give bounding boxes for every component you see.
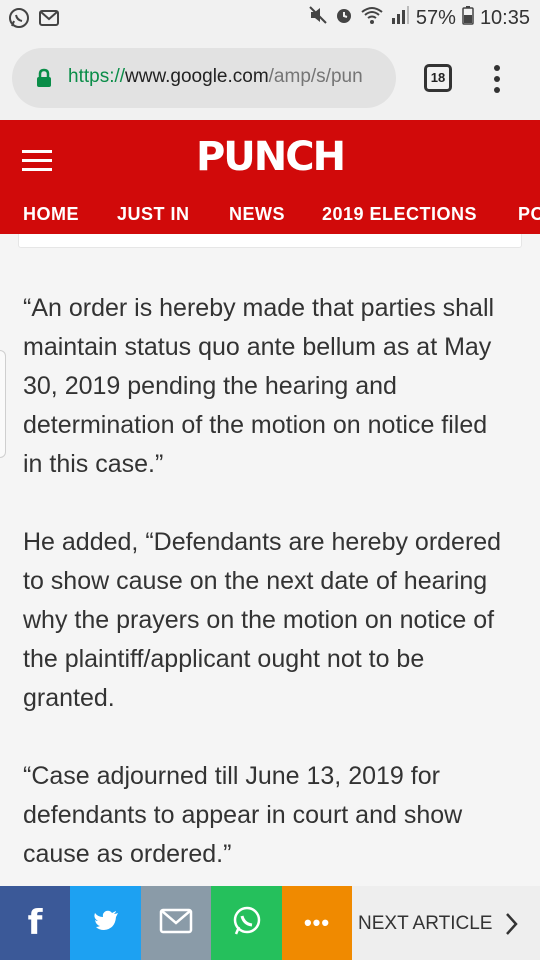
article-body: “An order is hereby made that parties sh… xyxy=(0,234,540,886)
chevron-right-icon xyxy=(504,912,518,941)
article-paragraph: “An order is hereby made that parties sh… xyxy=(23,294,495,478)
address-bar[interactable]: https://www.google.com/amp/s/pun xyxy=(12,48,396,108)
status-bar: 57% 10:35 xyxy=(0,0,540,36)
mute-icon xyxy=(308,5,328,31)
site-header: PUNCH HOME JUST IN NEWS 2019 ELECTIONS P… xyxy=(0,120,540,234)
email-share-button[interactable] xyxy=(141,886,211,960)
next-article-button[interactable]: NEXT ARTICLE xyxy=(352,886,540,960)
tab-switcher-button[interactable]: 18 xyxy=(424,64,452,92)
twitter-icon xyxy=(93,910,119,937)
whatsapp-icon xyxy=(232,906,262,941)
wifi-icon xyxy=(360,5,384,31)
nav-home[interactable]: HOME xyxy=(23,204,79,225)
mail-icon xyxy=(38,7,60,34)
site-logo[interactable]: PUNCH xyxy=(170,134,370,180)
url-path: /amp/s/pun xyxy=(268,66,363,87)
nav-news[interactable]: NEWS xyxy=(229,204,285,225)
nav-politics-partial[interactable]: PO xyxy=(518,204,540,225)
next-article-label: NEXT ARTICLE xyxy=(358,913,493,934)
article-paragraph: “Case adjourned till June 13, 2019 for d… xyxy=(23,762,463,868)
facebook-share-button[interactable]: f xyxy=(0,886,70,960)
nav-2019-elections[interactable]: 2019 ELECTIONS xyxy=(322,204,477,225)
whatsapp-icon xyxy=(8,7,30,34)
previous-card-edge xyxy=(18,234,522,248)
clock: 10:35 xyxy=(479,6,530,29)
url-scheme: https:// xyxy=(68,66,126,87)
facebook-icon: f xyxy=(27,903,43,943)
lock-icon xyxy=(36,68,52,88)
mail-icon xyxy=(159,908,193,939)
browser-toolbar: https://www.google.com/amp/s/pun 18 xyxy=(0,36,540,120)
hamburger-menu-icon[interactable] xyxy=(22,150,54,172)
side-drawer-handle[interactable] xyxy=(0,350,6,458)
url-text[interactable]: https://www.google.com/amp/s/pun xyxy=(68,66,384,88)
twitter-share-button[interactable] xyxy=(70,886,141,960)
battery-icon xyxy=(462,5,474,31)
share-bar: f ••• NEXT ARTICLE xyxy=(0,886,540,960)
more-share-button[interactable]: ••• xyxy=(282,886,352,960)
nav-just-in[interactable]: JUST IN xyxy=(117,204,190,225)
battery-percent: 57% xyxy=(415,6,456,29)
article-paragraph: He added, “Defendants are hereby ordered… xyxy=(23,528,502,712)
signal-icon xyxy=(390,5,410,31)
url-host: www.google.com xyxy=(125,66,269,87)
overflow-menu-icon[interactable] xyxy=(490,64,504,94)
alarm-icon xyxy=(334,5,354,31)
more-dots-icon: ••• xyxy=(303,910,331,935)
whatsapp-share-button[interactable] xyxy=(211,886,282,960)
